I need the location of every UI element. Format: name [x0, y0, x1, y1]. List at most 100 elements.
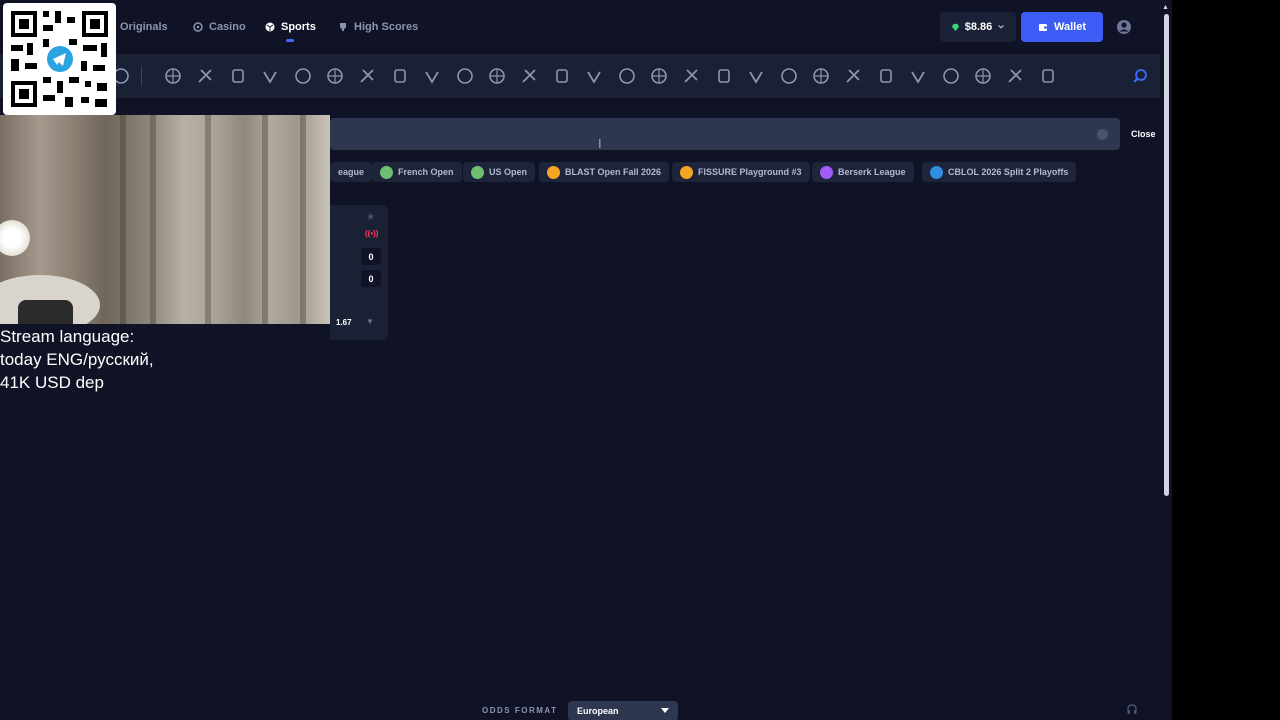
league-chip[interactable]: French Open: [372, 162, 462, 182]
top-navigation: Originals Casino Sports High Scores $8.8…: [0, 0, 1160, 54]
curtain-fold: [150, 115, 156, 324]
counter-strike-icon[interactable]: [260, 66, 280, 86]
user-icon: [1117, 20, 1131, 34]
user-menu-button[interactable]: [1110, 12, 1138, 42]
dartboard-icon[interactable]: [552, 66, 572, 86]
tab-casino[interactable]: Casino: [193, 19, 246, 35]
nav-tab-casino-label: Casino: [209, 21, 246, 33]
score-away: 0: [361, 270, 381, 287]
wallet-button-label: Wallet: [1054, 21, 1086, 33]
bowling-icon[interactable]: [811, 66, 831, 86]
valorant-icon[interactable]: [357, 66, 377, 86]
sports-bar-divider: [141, 66, 142, 86]
league-chip[interactable]: FISSURE Playground #3: [672, 162, 810, 182]
chevron-down-icon[interactable]: ▼: [366, 317, 374, 326]
volleyball-icon[interactable]: [519, 66, 539, 86]
league-chip-label: French Open: [398, 167, 454, 177]
score-home: 0: [361, 248, 381, 265]
esport-generic-icon[interactable]: [390, 66, 410, 86]
league-chip[interactable]: US Open: [463, 162, 536, 182]
globe-ball-icon[interactable]: [843, 66, 863, 86]
rugby-icon[interactable]: [617, 66, 637, 86]
webcam-overlay: [0, 115, 330, 324]
table-tennis-icon[interactable]: [455, 66, 475, 86]
stream-info-line: Stream language:: [0, 327, 135, 346]
search-input[interactable]: [330, 118, 1120, 150]
odds-format-value: European: [577, 706, 619, 716]
league-chip-label: BLAST Open Fall 2026: [565, 167, 662, 177]
league-chip[interactable]: CBLOL 2026 Split 2 Playoffs: [922, 162, 1077, 182]
skiing-icon[interactable]: [876, 66, 896, 86]
league-logo-icon: [930, 165, 943, 179]
cricket-icon[interactable]: [584, 66, 604, 86]
league-chip[interactable]: BLAST Open Fall 2026: [539, 162, 670, 182]
league-chip-label: CBLOL 2026 Split 2 Playoffs: [948, 167, 1069, 177]
nav-tab-sports-label: Sports: [281, 21, 316, 33]
handball-icon[interactable]: [681, 66, 701, 86]
wallet-icon: [1039, 24, 1047, 31]
mma-icon[interactable]: [649, 66, 669, 86]
curtain-fold: [262, 115, 268, 324]
clear-search-icon[interactable]: [1097, 129, 1108, 140]
shop-icon[interactable]: [1005, 66, 1025, 86]
curtain-fold: [300, 115, 306, 324]
qr-code-overlay: [3, 3, 116, 115]
curtain-fold: [120, 115, 126, 324]
tennis-icon[interactable]: [228, 66, 248, 86]
close-search-button[interactable]: Close: [1131, 129, 1156, 139]
tab-high-scores[interactable]: High Scores: [338, 19, 418, 35]
league-logo-icon: [680, 165, 693, 179]
stream-info-line: today ENG/русский,: [0, 350, 154, 369]
text-cursor-icon: I: [598, 136, 602, 151]
league-chip[interactable]: Berserk League: [812, 162, 914, 182]
stream-info-line: 41K USD dep: [0, 373, 104, 392]
balance-amount: $8.86: [964, 21, 993, 33]
qr-code-icon: [11, 11, 108, 107]
screen-margin: [1172, 0, 1280, 720]
search-icon[interactable]: [1130, 66, 1150, 86]
active-tab-indicator: [286, 39, 294, 42]
dota-icon[interactable]: [293, 66, 313, 86]
casino-chip-icon: [193, 22, 203, 32]
odds-format-select[interactable]: European: [568, 701, 678, 720]
baseball-bat-icon[interactable]: [422, 66, 442, 86]
soccer-icon[interactable]: [163, 66, 183, 86]
nav-tab-originals-label: Originals: [120, 21, 168, 33]
gem-icon: [951, 23, 959, 31]
basketball-icon[interactable]: [195, 66, 215, 86]
wallet-button[interactable]: Wallet: [1021, 12, 1103, 42]
league-chip-label: US Open: [489, 167, 528, 177]
golf-icon[interactable]: [908, 66, 928, 86]
headset-icon[interactable]: [1126, 704, 1138, 716]
favorite-star-icon[interactable]: ★: [366, 212, 375, 223]
trophy-icon: [340, 23, 346, 31]
more-sports-icon[interactable]: [1038, 66, 1058, 86]
league-of-legends-icon[interactable]: [325, 66, 345, 86]
curtain-fold: [205, 115, 211, 324]
webcam-chair: [18, 300, 73, 324]
league-logo-icon: [547, 165, 560, 179]
odds-value[interactable]: 1.67: [336, 318, 352, 327]
racing-icon[interactable]: [941, 66, 961, 86]
tab-originals[interactable]: Originals: [120, 19, 168, 35]
horse-racing-icon[interactable]: [973, 66, 993, 86]
tab-sports[interactable]: Sports: [265, 19, 316, 35]
balance-selector[interactable]: $8.86: [940, 12, 1016, 42]
live-broadcast-icon: ((•)): [365, 229, 379, 238]
world-globe-icon[interactable]: [779, 66, 799, 86]
league-logo-icon: [820, 165, 833, 179]
scrollbar-thumb[interactable]: [1164, 14, 1169, 496]
league-logo-icon: [471, 165, 484, 179]
ice-hockey-icon[interactable]: [714, 66, 734, 86]
world-soccer-icon[interactable]: [746, 66, 766, 86]
nav-tab-high-scores-label: High Scores: [354, 21, 419, 33]
scroll-up-arrow-icon[interactable]: ▲: [1162, 4, 1169, 11]
league-chip-label: eague: [338, 167, 365, 177]
league-chip[interactable]: eague: [330, 162, 373, 182]
sports-category-bar: [0, 54, 1160, 98]
ball-icon: [265, 22, 275, 32]
league-chip-label: Berserk League: [838, 167, 906, 177]
badminton-icon[interactable]: [487, 66, 507, 86]
odds-format-label: ODDS FORMAT: [482, 706, 558, 715]
caret-down-icon: [661, 708, 669, 713]
